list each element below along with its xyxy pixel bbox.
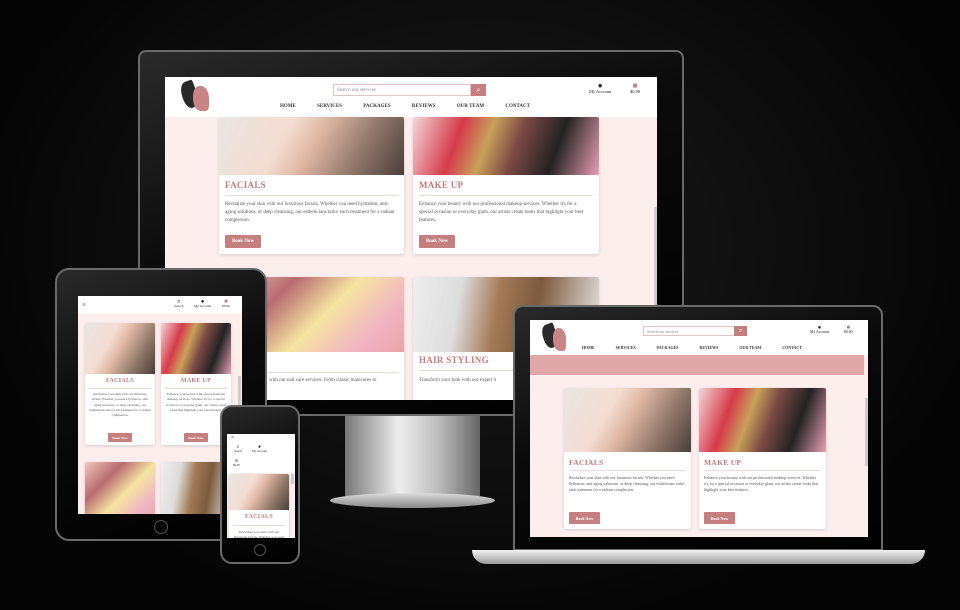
page-banner — [530, 355, 864, 375]
service-card-facials: FACIALS Revitalize your skin with our lu… — [229, 474, 289, 538]
nav-reviews[interactable]: REVIEWS — [412, 104, 436, 109]
nav-home[interactable]: HOME — [582, 345, 595, 350]
scrollbar[interactable] — [291, 474, 294, 484]
book-now-button[interactable]: Book Now — [704, 512, 735, 524]
service-title: MAKE UP — [704, 458, 742, 467]
nav-services[interactable]: SERVICES — [317, 104, 342, 109]
service-card-makeup: MAKE UP Enhance your beauty with our pro… — [699, 388, 826, 529]
service-description: Transform your look with our expert h — [419, 378, 497, 383]
service-title: FACIALS — [569, 458, 604, 467]
phone-screen: ≡ ⌕ Search ● My Account ■ $0.00 FACIALS Rev… — [227, 434, 295, 538]
search-icon: ⌕ — [476, 85, 481, 94]
account-link[interactable]: ● My Account — [194, 299, 211, 309]
service-description: Revitalize your skin with our luxurious … — [569, 475, 685, 493]
account-label: My Account — [252, 449, 267, 453]
service-title: MAKE UP — [180, 378, 212, 384]
service-description: Enhance your beauty with our professiona… — [165, 392, 227, 412]
main-nav: HOME SERVICES PACKAGES REVIEWS OUR TEAM CONTA… — [582, 345, 802, 350]
tablet-screen: ≡ ⌕ Search ● My Account ■ $0.00 FACIALS Rev… — [78, 296, 242, 514]
service-description: Revitalize your skin with our luxurious … — [225, 202, 395, 223]
makeup-image — [161, 323, 231, 374]
site-logo[interactable] — [179, 79, 213, 113]
site-header: ≡ ⌕ Search ● My Account ■ $0.00 — [78, 296, 242, 314]
account-link[interactable]: ● My Account — [810, 325, 829, 335]
phone-home-button — [254, 544, 266, 556]
book-now-button[interactable]: Book Now — [108, 433, 132, 442]
scrollbar[interactable] — [865, 398, 868, 466]
cart-total: $0.00 — [844, 330, 853, 334]
service-description: Revitalize your skin with our luxurious … — [233, 530, 285, 538]
scrollbar[interactable] — [238, 376, 241, 406]
book-now-button[interactable]: Book Now — [419, 235, 455, 248]
service-title: FACIALS — [225, 180, 266, 190]
service-card-makeup: MAKE UP Enhance your beauty with our pro… — [413, 117, 599, 254]
nav-home[interactable]: HOME — [280, 104, 296, 109]
monitor-base — [330, 493, 495, 508]
cart-link[interactable]: ■ $0.00 — [222, 299, 230, 309]
account-label: My Account — [810, 330, 829, 334]
facials-image — [229, 474, 289, 510]
laptop-screen: Search our services ⌕ HOME SERVICES PACKAG… — [530, 320, 868, 537]
service-card-nails — [85, 462, 155, 514]
cart-link[interactable]: ■ $0.00 — [233, 459, 240, 467]
service-description: Revitalize your skin with our luxurious … — [89, 392, 151, 418]
book-now-button[interactable]: Book Now — [225, 235, 261, 248]
book-now-button[interactable]: Book Now — [184, 433, 208, 442]
nails-image — [85, 462, 155, 514]
tablet-home-button — [154, 520, 168, 534]
search-link[interactable]: ⌕ Search — [234, 445, 242, 453]
service-title: MAKE UP — [419, 180, 464, 190]
search-icon: ⌕ — [738, 327, 743, 334]
nav-contact[interactable]: CONTACT — [782, 345, 802, 350]
service-card-facials: FACIALS Revitalize your skin with our lu… — [219, 117, 404, 254]
site-header: ≡ ⌕ Search ● My Account ■ $0.00 — [227, 434, 295, 473]
nav-packages[interactable]: PACKAGES — [363, 104, 390, 109]
service-title: HAIR STYLING — [419, 355, 489, 365]
cart-link[interactable]: ■ $0.00 — [844, 325, 853, 335]
site-header: Search our services ⌕ HOME SERVICES PACKAG… — [165, 77, 657, 117]
hamburger-icon[interactable]: ≡ — [82, 301, 86, 309]
cart-link[interactable]: ■ $0.00 — [630, 82, 640, 95]
service-description: Enhance your beauty with our professiona… — [704, 475, 819, 493]
search-button[interactable]: ⌕ — [471, 84, 486, 96]
book-now-button[interactable]: Book Now — [569, 512, 600, 524]
facials-image — [564, 388, 691, 452]
monitor-stand — [345, 416, 480, 496]
service-title: FACIALS — [106, 378, 134, 384]
main-nav: HOME SERVICES PACKAGES REVIEWS OUR TEAM CONTA… — [280, 104, 530, 109]
service-card-facials: FACIALS Revitalize your skin with our lu… — [564, 388, 691, 529]
account-label: My Account — [589, 89, 612, 94]
account-label: My Account — [194, 304, 212, 308]
nav-packages[interactable]: PACKAGES — [657, 345, 679, 350]
service-title: FACIALS — [245, 514, 273, 520]
laptop-base — [472, 550, 925, 564]
facials-image — [85, 323, 155, 374]
search-input[interactable]: Search our services — [643, 326, 735, 336]
nav-our-team[interactable]: OUR TEAM — [739, 345, 761, 350]
account-link[interactable]: ● My Account — [589, 82, 611, 95]
service-card-facials: FACIALS Revitalize your skin with our lu… — [85, 323, 155, 445]
service-description: Enhance your beauty with our professiona… — [419, 202, 584, 223]
search-link[interactable]: ⌕ Search — [174, 299, 184, 309]
cart-total: $0.00 — [233, 463, 240, 467]
nav-services[interactable]: SERVICES — [616, 345, 636, 350]
nav-our-team[interactable]: OUR TEAM — [457, 104, 484, 109]
makeup-image — [413, 117, 599, 175]
service-description: with our nail care services. From classi… — [269, 378, 377, 383]
cart-total: $0.00 — [222, 304, 230, 308]
search-button[interactable]: ⌕ — [734, 326, 747, 336]
site-logo[interactable] — [540, 322, 570, 352]
site-header: Search our services ⌕ HOME SERVICES PACKAG… — [530, 320, 868, 355]
nav-contact[interactable]: CONTACT — [505, 104, 530, 109]
search-label: Search — [174, 304, 184, 308]
account-link[interactable]: ● My Account — [252, 445, 267, 453]
search-input[interactable]: Search our services — [333, 84, 471, 96]
search-label: Search — [234, 449, 243, 453]
nav-reviews[interactable]: REVIEWS — [699, 345, 718, 350]
makeup-image — [699, 388, 826, 452]
hamburger-icon[interactable]: ≡ — [231, 435, 234, 441]
facials-image — [219, 117, 404, 175]
cart-total: $0.00 — [630, 89, 641, 94]
